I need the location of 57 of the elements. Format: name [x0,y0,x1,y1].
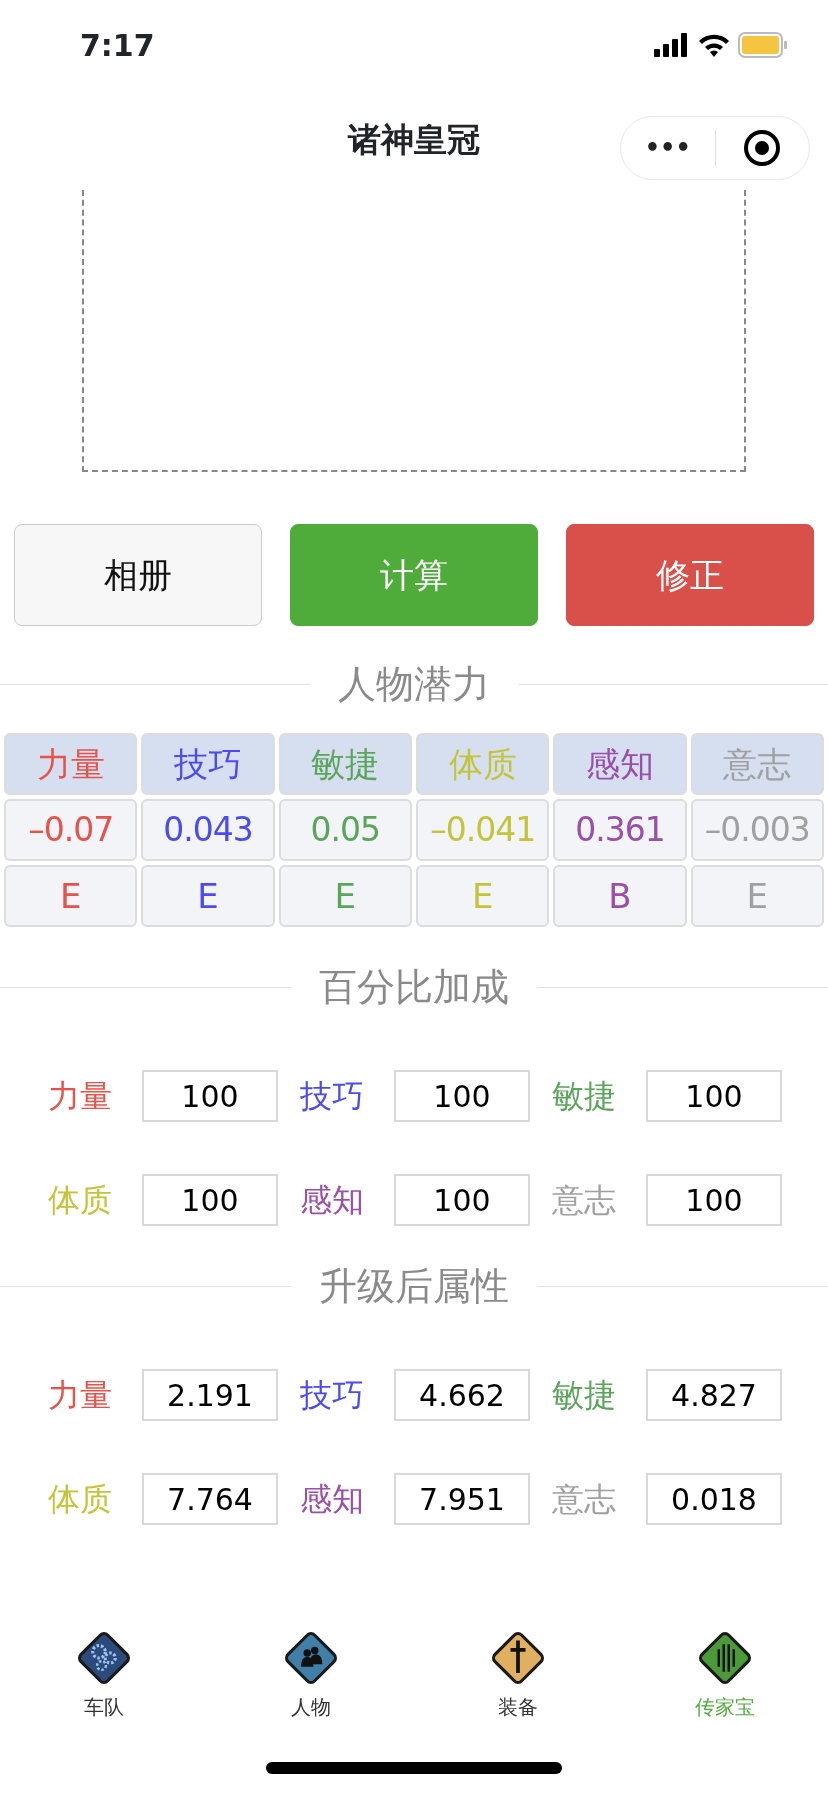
tab-label[interactable]: 人物 [290,1692,331,1722]
value-field[interactable]: 7.951 [394,1473,530,1525]
value-field[interactable]: 2.191 [142,1369,278,1421]
attribute-label: 意志 [552,1180,617,1221]
action-button[interactable]: 相册 [14,524,262,626]
attribute-label: 力量 [48,1375,113,1416]
grade-cell: E [4,865,138,927]
section-title: 人物潜力 [338,661,490,708]
potential-value: –0.003 [690,799,824,861]
attribute-label: 技巧 [300,1375,365,1416]
attribute-label: 体质 [48,1180,113,1221]
signal-icon [654,33,690,57]
value-field[interactable]: 100 [142,1070,278,1122]
value-field[interactable]: 100 [646,1174,782,1226]
value-field[interactable]: 4.662 [394,1369,530,1421]
page-title: 诸神皇冠 [348,119,480,162]
potential-value: –0.041 [416,799,550,861]
section-title: 百分比加成 [319,964,509,1011]
attribute-label: 技巧 [300,1076,365,1117]
attribute-header: 体质 [416,733,550,795]
attribute-label: 体质 [48,1479,113,1520]
close-icon[interactable] [743,129,782,167]
attribute-label: 力量 [48,1076,113,1117]
grade-cell: B [553,865,687,927]
value-field[interactable]: 0.018 [646,1473,782,1525]
value-field[interactable]: 100 [394,1174,530,1226]
attribute-header: 敏捷 [278,733,412,795]
grade-cell: E [690,865,824,927]
attribute-header: 感知 [553,733,687,795]
potential-value: 0.361 [553,799,687,861]
value-field[interactable]: 100 [142,1174,278,1226]
action-button[interactable]: 修正 [566,524,814,626]
tab-label[interactable]: 装备 [497,1692,538,1722]
battery-icon [738,32,788,58]
attribute-header: 力量 [4,733,138,795]
potential-value: –0.07 [4,799,138,861]
potential-value: 0.043 [141,799,275,861]
tab-label[interactable]: 车队 [83,1692,124,1722]
potential-value: 0.05 [278,799,412,861]
grade-cell: E [416,865,550,927]
grade-cell: E [278,865,412,927]
section-title: 升级后属性 [319,1263,509,1310]
grade-cell: E [141,865,275,927]
value-field[interactable]: 100 [646,1070,782,1122]
attribute-label: 意志 [552,1479,617,1520]
attribute-label: 感知 [300,1479,365,1520]
attribute-header: 技巧 [141,733,275,795]
more-button[interactable]: ••• [621,136,715,160]
value-field[interactable]: 7.764 [142,1473,278,1525]
value-field[interactable]: 100 [394,1070,530,1122]
value-field[interactable]: 4.827 [646,1369,782,1421]
attribute-label: 敏捷 [552,1076,617,1117]
attribute-header: 意志 [690,733,824,795]
wifi-icon [698,33,730,57]
status-time: 7:17 [80,26,155,65]
attribute-label: 感知 [300,1180,365,1221]
attribute-label: 敏捷 [552,1375,617,1416]
